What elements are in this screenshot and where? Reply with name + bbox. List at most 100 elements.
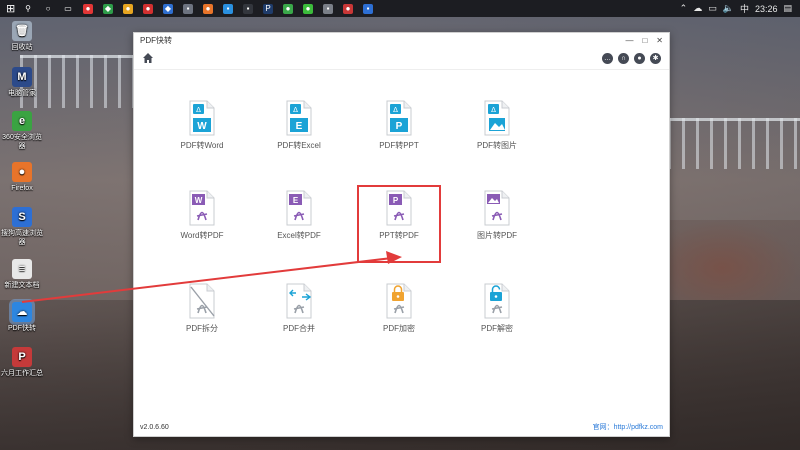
desktop-icon[interactable]: e 360安全浏览器 bbox=[0, 111, 44, 151]
app-blue-2-icon[interactable]: ▪ bbox=[223, 3, 233, 14]
volume-icon[interactable]: 🔈 bbox=[723, 3, 734, 14]
desktop-app-icon: ● bbox=[12, 162, 32, 182]
app-red-3-icon[interactable]: ● bbox=[343, 3, 353, 14]
svg-text:ᐃ: ᐃ bbox=[293, 107, 298, 114]
desktop-icon[interactable]: P 六月工作汇总 bbox=[0, 347, 44, 378]
tool-tile[interactable]: PDF解密 bbox=[460, 283, 534, 351]
notification-icon[interactable]: ▤ bbox=[783, 3, 792, 14]
taskbar: ⊞ ⚲ ○ ▭ ● ◆ ● ● ◆ ▪ ● ▪ ▪ P ● ● ▪ ● ▪ ⌃ ☁ ▭ 🔈 中 23:26 ▤ bbox=[0, 0, 800, 17]
desktop-app-icon: ☁ bbox=[12, 302, 32, 322]
version-label: v2.0.6.60 bbox=[140, 423, 169, 431]
app-gray-2-icon[interactable]: ▪ bbox=[323, 3, 333, 14]
headset-icon[interactable]: ∩ bbox=[618, 52, 629, 64]
pdf-app-window: PDF快转 — □ ✕ … ∩ ● ✱ ᐃ W PDF转Word ᐃ E PDF转Excel ᐃ P… bbox=[133, 32, 670, 437]
desktop-icon[interactable]: ≡ 新建文本档 bbox=[0, 259, 44, 290]
tool-tile[interactable]: ᐃ PDF转图片 bbox=[460, 100, 534, 168]
desktop-app-icon: e bbox=[12, 111, 32, 131]
close-button[interactable]: ✕ bbox=[656, 36, 663, 45]
home-icon[interactable] bbox=[142, 52, 154, 64]
task-view-icon[interactable]: ▭ bbox=[63, 3, 73, 14]
tool-tile[interactable]: 图片转PDF bbox=[460, 190, 534, 258]
taskbar-app-list: ⊞ ⚲ ○ ▭ ● ◆ ● ● ◆ ▪ ● ▪ ▪ P ● ● ▪ ● ▪ bbox=[0, 0, 378, 17]
window-title: PDF快转 bbox=[140, 35, 172, 45]
tool-tile-label: PPT转PDF bbox=[379, 231, 419, 240]
minimize-button[interactable]: — bbox=[625, 36, 633, 45]
window-footer: v2.0.6.60 官网：http://pdfkz.com bbox=[134, 418, 669, 436]
chat-icon[interactable]: … bbox=[602, 52, 613, 64]
wallpaper-railing-right bbox=[668, 118, 800, 169]
document-icon bbox=[386, 283, 412, 319]
network-icon[interactable]: ▭ bbox=[708, 3, 717, 14]
windows-start-icon[interactable]: ⊞ bbox=[6, 2, 18, 15]
desktop-icon-label: 六月工作汇总 bbox=[1, 370, 43, 377]
app-active-icon[interactable]: ▪ bbox=[363, 3, 373, 14]
app-dark-icon[interactable]: ▪ bbox=[243, 3, 253, 14]
desktop-app-icon: 🗑 bbox=[12, 21, 32, 41]
tool-tile-label: PDF转Word bbox=[180, 141, 224, 150]
app-green-icon[interactable]: ◆ bbox=[103, 3, 113, 14]
tool-tile[interactable]: PDF拆分 bbox=[165, 283, 239, 351]
desktop-icon[interactable]: ☁ PDF快转 bbox=[0, 302, 44, 333]
desktop-app-icon: M bbox=[12, 67, 32, 87]
tool-tile[interactable]: W Word转PDF bbox=[165, 190, 239, 258]
window-titlebar[interactable]: PDF快转 — □ ✕ bbox=[134, 33, 669, 47]
desktop-icon[interactable]: 🗑 回收站 bbox=[0, 21, 44, 52]
document-icon bbox=[189, 283, 215, 319]
desktop-app-icon: P bbox=[12, 347, 32, 367]
app-blue-icon[interactable]: ◆ bbox=[163, 3, 173, 14]
tool-tile[interactable]: ᐃ W PDF转Word bbox=[165, 100, 239, 168]
desktop-icon-label: Firefox bbox=[11, 185, 33, 192]
app-toolbar: … ∩ ● ✱ bbox=[134, 47, 669, 70]
cortana-icon[interactable]: ○ bbox=[43, 3, 53, 14]
gear-icon[interactable]: ✱ bbox=[650, 52, 661, 64]
tool-tile-label: 图片转PDF bbox=[477, 231, 517, 240]
app-red-icon[interactable]: ● bbox=[83, 3, 93, 14]
tool-tile-label: Word转PDF bbox=[180, 231, 224, 240]
chevron-up-icon[interactable]: ⌃ bbox=[680, 3, 688, 14]
document-icon bbox=[484, 190, 510, 226]
document-icon: ᐃ bbox=[484, 100, 510, 136]
tool-tile[interactable]: E Excel转PDF bbox=[262, 190, 336, 258]
website-link[interactable]: 官网：http://pdfkz.com bbox=[593, 422, 663, 432]
desktop-app-icon: ≡ bbox=[12, 259, 32, 279]
desktop-icon[interactable]: M 电脑管家 bbox=[0, 67, 44, 98]
app-firefox-icon[interactable]: ● bbox=[203, 3, 213, 14]
svg-text:E: E bbox=[296, 121, 303, 132]
app-gray-icon[interactable]: ▪ bbox=[183, 3, 193, 14]
app-red-2-icon[interactable]: ● bbox=[143, 3, 153, 14]
desktop-icon[interactable]: S 搜狗高速浏览器 bbox=[0, 207, 44, 247]
desktop-icon[interactable]: ● Firefox bbox=[0, 162, 44, 193]
svg-text:ᐃ: ᐃ bbox=[491, 107, 496, 114]
svg-text:P: P bbox=[396, 121, 403, 132]
desktop-icon-label: 搜狗高速浏览器 bbox=[1, 230, 43, 246]
tool-tile[interactable]: PDF合并 bbox=[262, 283, 336, 351]
tool-tile[interactable]: P PPT转PDF bbox=[357, 185, 441, 263]
tool-tile-label: PDF转PPT bbox=[379, 141, 419, 150]
tool-tile-label: PDF加密 bbox=[383, 324, 415, 333]
document-icon: E bbox=[286, 190, 312, 226]
tool-tile[interactable]: ᐃ P PDF转PPT bbox=[362, 100, 436, 168]
tool-tile[interactable]: PDF加密 bbox=[362, 283, 436, 351]
input-language[interactable]: 中 bbox=[740, 2, 749, 15]
desktop-icon-label: 360安全浏览器 bbox=[2, 134, 42, 150]
app-green-2-icon[interactable]: ● bbox=[283, 3, 293, 14]
svg-text:E: E bbox=[293, 196, 299, 205]
clock-time[interactable]: 23:26 bbox=[755, 4, 778, 14]
desktop-app-icon: S bbox=[12, 207, 32, 227]
desktop-icon-label: 电脑管家 bbox=[8, 90, 36, 97]
document-icon: W bbox=[189, 190, 215, 226]
app-yellow-icon[interactable]: ● bbox=[123, 3, 133, 14]
search-icon[interactable]: ⚲ bbox=[23, 3, 33, 14]
tool-tile[interactable]: ᐃ E PDF转Excel bbox=[262, 100, 336, 168]
tool-tile-label: PDF转Excel bbox=[277, 141, 321, 150]
desktop-icon-label: 回收站 bbox=[11, 44, 33, 51]
document-icon bbox=[286, 283, 312, 319]
desktop-icon-label: PDF快转 bbox=[8, 325, 36, 332]
system-tray: ⌃ ☁ ▭ 🔈 中 23:26 ▤ bbox=[680, 2, 800, 15]
wechat-icon[interactable]: ● bbox=[303, 3, 313, 14]
cloud-icon[interactable]: ☁ bbox=[693, 3, 702, 14]
app-photoshop-icon[interactable]: P bbox=[263, 3, 273, 14]
maximize-button[interactable]: □ bbox=[642, 36, 647, 45]
tool-tile-label: Excel转PDF bbox=[277, 231, 321, 240]
user-icon[interactable]: ● bbox=[634, 52, 645, 64]
